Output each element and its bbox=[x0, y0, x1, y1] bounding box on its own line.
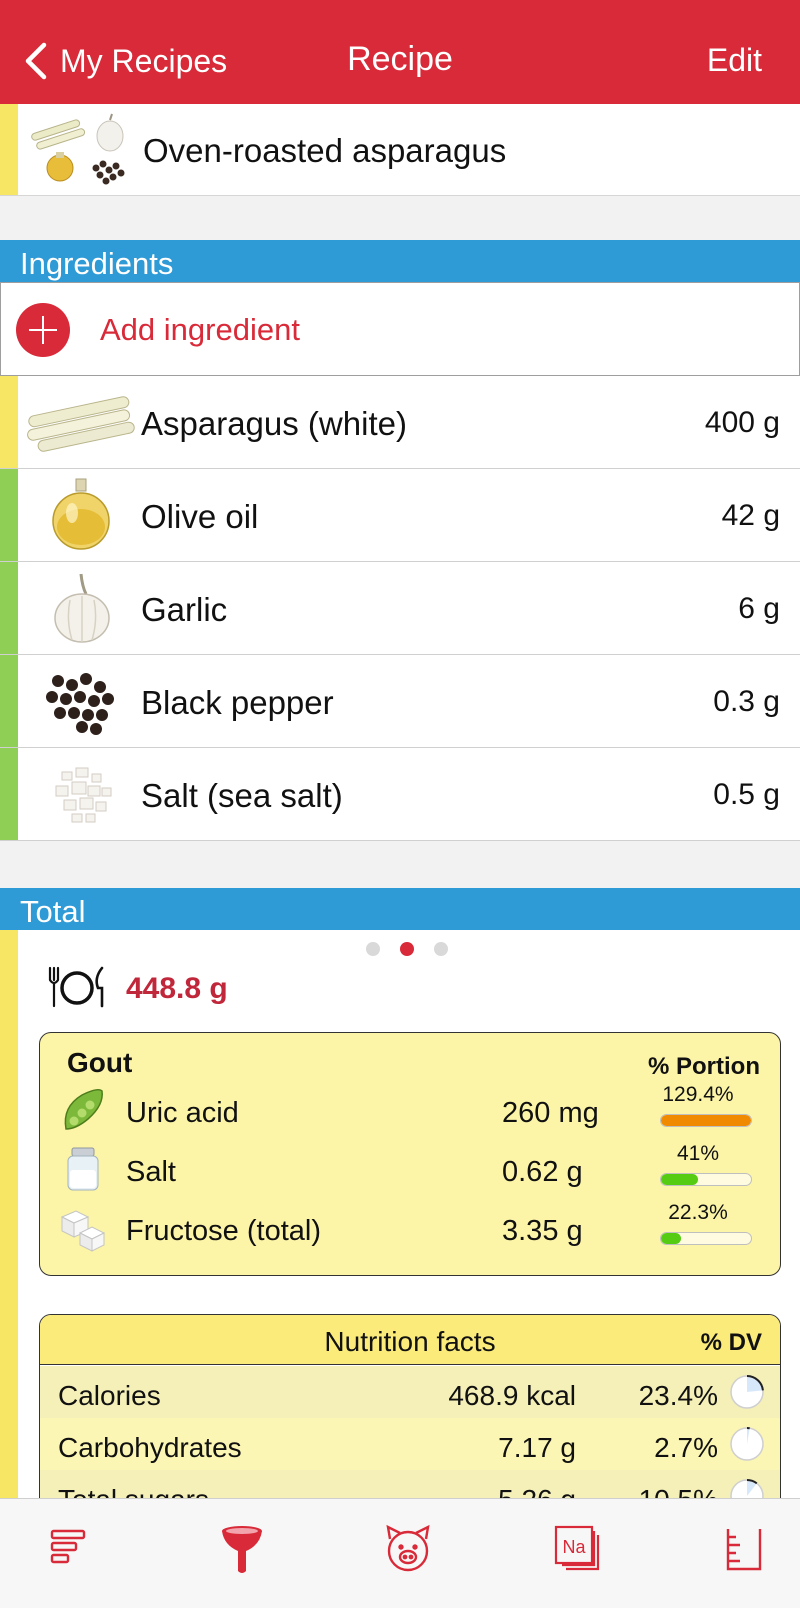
gout-progress-fill bbox=[661, 1233, 682, 1244]
svg-text:Na: Na bbox=[562, 1537, 586, 1557]
sugar-cubes-icon bbox=[60, 1210, 106, 1252]
funnel-icon[interactable] bbox=[214, 1521, 270, 1577]
list-icon[interactable] bbox=[40, 1521, 96, 1577]
gout-item-value: 3.35 g bbox=[502, 1215, 583, 1247]
gout-progress-bar bbox=[660, 1173, 752, 1186]
nutrition-row: Carbohydrates 7.17 g 2.7% bbox=[40, 1418, 780, 1470]
nutrient-value: 7.17 g bbox=[498, 1432, 576, 1463]
page-title: Recipe bbox=[347, 40, 453, 78]
ingredient-name: Asparagus (white) bbox=[141, 405, 407, 442]
ingredient-amount: 0.5 g bbox=[713, 778, 780, 811]
ingredient-name: Black pepper bbox=[141, 684, 334, 721]
dv-pie-icon bbox=[730, 1375, 764, 1409]
page-dot[interactable] bbox=[366, 942, 380, 956]
gout-progress-bar bbox=[660, 1232, 752, 1245]
ingredient-amount: 400 g bbox=[704, 406, 780, 439]
gout-item-percent: 22.3% bbox=[668, 1201, 728, 1224]
ingredient-name: Salt (sea salt) bbox=[141, 777, 343, 814]
nutrient-percent: 2.7% bbox=[654, 1432, 718, 1463]
nutrition-row: Calories 468.9 kcal 23.4% bbox=[40, 1366, 780, 1418]
add-ingredient-button[interactable]: Add ingredient bbox=[0, 282, 800, 376]
portion-weight: 448.8 g bbox=[126, 972, 228, 1005]
gout-item-percent: 41% bbox=[676, 1142, 720, 1165]
ingredient-name: Garlic bbox=[141, 591, 228, 628]
recipe-title-row[interactable]: Oven-roasted asparagus bbox=[0, 104, 800, 196]
dv-pie-icon bbox=[730, 1427, 764, 1461]
recipe-name: Oven-roasted asparagus bbox=[143, 132, 507, 169]
gout-card[interactable]: Gout % Portion Uric acid 260 mg 129.4% S… bbox=[39, 1032, 781, 1276]
nutrient-name: Carbohydrates bbox=[58, 1432, 242, 1463]
nutrient-value: 468.9 kcal bbox=[448, 1380, 576, 1411]
olive-oil-icon bbox=[52, 478, 110, 550]
status-bar bbox=[0, 376, 18, 468]
gout-item-name: Salt bbox=[126, 1156, 176, 1188]
rating-bar bbox=[0, 930, 18, 1498]
ingredient-name: Olive oil bbox=[141, 498, 259, 535]
ingredient-row[interactable]: Garlic 6 g bbox=[0, 562, 800, 655]
tab-bar: Na bbox=[0, 1498, 800, 1608]
status-bar bbox=[0, 562, 18, 654]
salt-shaker-icon bbox=[67, 1147, 99, 1191]
ingredient-amount: 0.3 g bbox=[713, 685, 780, 718]
gout-row: Fructose (total) 3.35 g 22.3% bbox=[40, 1201, 780, 1257]
nutrient-percent: 23.4% bbox=[638, 1380, 718, 1411]
add-ingredient-label: Add ingredient bbox=[100, 312, 300, 347]
plate-cutlery-icon bbox=[48, 966, 104, 1008]
percent-portion-header: % Portion bbox=[648, 1053, 760, 1080]
gout-progress-bar bbox=[660, 1114, 752, 1127]
ingredient-row[interactable]: Asparagus (white) 400 g bbox=[0, 376, 800, 469]
page-dot-active[interactable] bbox=[400, 942, 414, 956]
navigation-bar: My Recipes Recipe Edit bbox=[0, 0, 800, 104]
gout-item-value: 0.62 g bbox=[502, 1156, 583, 1188]
gout-row: Salt 0.62 g 41% bbox=[40, 1142, 780, 1198]
black-pepper-icon bbox=[46, 673, 114, 735]
status-bar bbox=[0, 469, 18, 561]
page-indicator[interactable] bbox=[366, 942, 448, 956]
pea-pod-icon bbox=[64, 1088, 103, 1130]
gout-item-name: Uric acid bbox=[126, 1097, 239, 1129]
measuring-cup-icon[interactable] bbox=[716, 1521, 772, 1577]
rating-bar bbox=[0, 104, 18, 195]
nutrition-header: Nutrition facts % DV bbox=[40, 1315, 780, 1365]
ingredient-amount: 42 g bbox=[721, 499, 780, 532]
gout-progress-fill bbox=[661, 1115, 751, 1126]
gout-title: Gout bbox=[67, 1047, 133, 1078]
gout-row: Uric acid 260 mg 129.4% bbox=[40, 1083, 780, 1139]
nutrition-facts-table[interactable]: Nutrition facts % DV Calories 468.9 kcal… bbox=[39, 1314, 781, 1514]
nutrient-name: Calories bbox=[58, 1380, 161, 1411]
garlic-icon bbox=[54, 573, 110, 643]
asparagus-icon bbox=[27, 396, 135, 452]
ingredient-row[interactable]: Olive oil 42 g bbox=[0, 469, 800, 562]
ingredient-row[interactable]: Salt (sea salt) 0.5 g bbox=[0, 748, 800, 841]
ingredient-amount: 6 g bbox=[738, 592, 780, 625]
recipe-thumbnail-icon bbox=[31, 113, 125, 185]
sea-salt-icon bbox=[55, 767, 112, 823]
status-bar bbox=[0, 655, 18, 747]
edit-button[interactable]: Edit bbox=[707, 42, 762, 79]
status-bar bbox=[0, 748, 18, 840]
nutrition-title: Nutrition facts bbox=[324, 1326, 496, 1357]
gout-progress-fill bbox=[661, 1174, 698, 1185]
total-header: Total bbox=[0, 888, 800, 930]
sodium-icon[interactable]: Na bbox=[550, 1521, 606, 1577]
gout-item-percent: 129.4% bbox=[662, 1083, 734, 1106]
pig-icon[interactable] bbox=[380, 1521, 436, 1577]
gout-item-name: Fructose (total) bbox=[126, 1215, 321, 1247]
plus-circle-icon bbox=[16, 303, 70, 357]
page-dot[interactable] bbox=[434, 942, 448, 956]
dv-header: % DV bbox=[700, 1329, 762, 1356]
gout-item-value: 260 mg bbox=[502, 1097, 599, 1129]
ingredient-row[interactable]: Black pepper 0.3 g bbox=[0, 655, 800, 748]
ingredients-header: Ingredients bbox=[0, 240, 800, 282]
